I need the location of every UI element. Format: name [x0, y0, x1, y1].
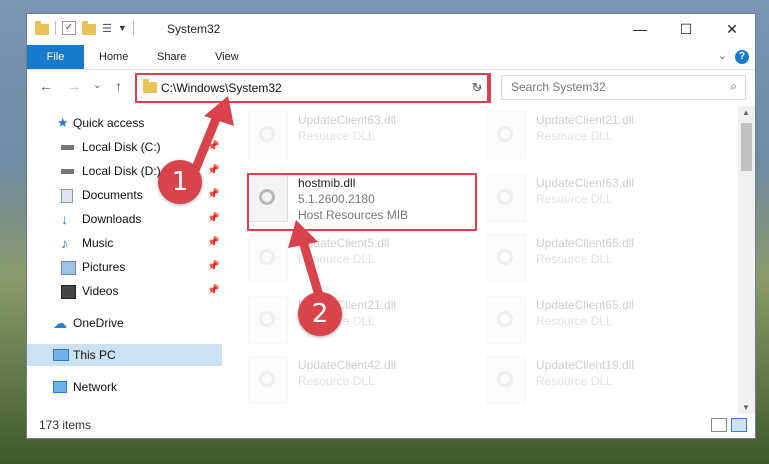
large-icons-view-icon[interactable]	[731, 418, 747, 432]
dll-file-icon	[486, 111, 526, 159]
sidebar-item-music[interactable]: ♪ Music 📌	[27, 232, 222, 254]
pin-icon[interactable]: 📌	[207, 136, 219, 158]
pictures-icon	[61, 261, 76, 275]
up-button[interactable]: ↑	[115, 78, 122, 94]
sidebar-item-network[interactable]: Network	[27, 376, 222, 398]
documents-icon	[61, 189, 73, 203]
sidebar-item-quick-access[interactable]: ★ Quick access	[27, 112, 222, 134]
new-folder-icon[interactable]	[82, 20, 96, 35]
scroll-down-icon[interactable]: ▼	[742, 403, 750, 412]
dll-file-icon	[486, 174, 526, 222]
computer-icon	[53, 349, 69, 361]
back-button[interactable]: ←	[39, 78, 53, 94]
sidebar-item-onedrive[interactable]: ☁ OneDrive	[27, 312, 222, 334]
sidebar-item-videos[interactable]: Videos 📌	[27, 280, 222, 302]
window-title: System32	[167, 22, 221, 36]
search-placeholder: Search System32	[511, 80, 606, 94]
quick-access-toolbar: ✓ ☰ ▼	[35, 20, 134, 35]
dll-file-icon	[248, 356, 288, 404]
toolbar-divider	[132, 21, 134, 35]
network-icon	[53, 381, 67, 393]
address-path[interactable]: C:\Windows\System32	[161, 81, 282, 95]
drive-icon	[61, 169, 74, 174]
address-bar[interactable]: C:\Windows\System32 ⌄	[135, 73, 491, 103]
dll-file-icon	[486, 234, 526, 282]
dll-file-icon	[486, 356, 526, 404]
download-icon: ↓	[61, 211, 68, 227]
pin-icon[interactable]: 📌	[207, 184, 219, 206]
status-bar: 173 items	[27, 414, 755, 438]
scroll-thumb[interactable]	[741, 123, 752, 171]
list-item[interactable]: UpdateClient21.dll Resource DLL	[248, 296, 478, 344]
list-item[interactable]: UpdateClient63.dll Resource DLL	[486, 174, 716, 222]
properties-icon[interactable]: ✓	[62, 21, 76, 35]
vertical-scrollbar[interactable]: ▲ ▼	[738, 106, 755, 414]
list-item[interactable]: UpdateClient5.dll Resource DLL	[248, 234, 478, 282]
refresh-button[interactable]: ↻	[467, 73, 489, 103]
scroll-up-icon[interactable]: ▲	[742, 108, 750, 117]
drive-icon	[61, 145, 74, 150]
ribbon-tabs: File Home Share View ⌄ ?	[27, 45, 755, 70]
step-2-badge: 2	[298, 292, 342, 336]
step-1-badge: 1	[158, 160, 202, 204]
search-input[interactable]: Search System32 ⌕	[501, 75, 746, 100]
tab-file[interactable]: File	[27, 45, 84, 69]
dll-file-icon	[248, 296, 288, 344]
ribbon-collapse-icon[interactable]: ⌄	[718, 49, 727, 62]
minimize-button[interactable]: —	[617, 14, 663, 45]
list-item[interactable]: UpdateClient21.dll Resource DLL	[486, 111, 716, 159]
navigation-bar: ← → ⌄ ↑ C:\Windows\System32 ⌄ ↻ Search S…	[27, 70, 755, 104]
sidebar-item-this-pc[interactable]: This PC	[27, 344, 222, 366]
pin-icon[interactable]: 📌	[207, 256, 219, 278]
pin-icon[interactable]: 📌	[207, 160, 219, 182]
list-item[interactable]: UpdateClient65.dll Resource DLL	[486, 234, 716, 282]
cloud-icon: ☁	[53, 315, 67, 331]
details-view-icon[interactable]	[711, 418, 727, 432]
explorer-window: ✓ ☰ ▼ System32 — ☐ ✕ File Home Share Vie…	[27, 14, 755, 438]
tab-share[interactable]: Share	[157, 45, 186, 69]
list-item[interactable]: UpdateClient63.dll Resource DLL	[248, 111, 478, 159]
close-button[interactable]: ✕	[709, 14, 755, 45]
videos-icon	[61, 285, 76, 299]
folder-icon[interactable]	[35, 20, 49, 35]
tab-view[interactable]: View	[215, 45, 239, 69]
list-item[interactable]: UpdateClient19.dll Resource DLL	[486, 356, 716, 404]
sidebar-item-downloads[interactable]: ↓ Downloads 📌	[27, 208, 222, 230]
pin-icon[interactable]: 📌	[207, 208, 219, 230]
forward-button[interactable]: →	[67, 78, 81, 94]
pin-icon[interactable]: 📌	[207, 232, 219, 254]
maximize-button[interactable]: ☐	[663, 14, 709, 45]
help-icon[interactable]: ?	[735, 50, 749, 64]
toolbar-divider	[55, 21, 56, 35]
tab-home[interactable]: Home	[99, 45, 128, 69]
star-icon: ★	[57, 115, 69, 130]
list-item[interactable]: UpdateClient65.dll Resource DLL	[486, 296, 716, 344]
customize-toolbar-icon[interactable]: ☰	[102, 22, 112, 35]
navigation-pane: ★ Quick access Local Disk (C:) 📌 Local D…	[27, 106, 222, 406]
title-bar: ✓ ☰ ▼ System32 — ☐ ✕	[27, 14, 755, 45]
item-count: 173 items	[39, 418, 92, 432]
music-icon: ♪	[61, 235, 68, 251]
sidebar-item-pictures[interactable]: Pictures 📌	[27, 256, 222, 278]
pin-icon[interactable]: 📌	[207, 280, 219, 302]
dll-file-icon	[248, 234, 288, 282]
recent-locations-button[interactable]: ⌄	[93, 80, 101, 91]
customize-dropdown-icon[interactable]: ▼	[118, 23, 127, 33]
dll-file-icon	[486, 296, 526, 344]
file-list: UpdateClient63.dll Resource DLL hostmib.…	[238, 106, 738, 406]
folder-icon	[143, 79, 157, 93]
list-item[interactable]: UpdateClient42.dll Resource DLL	[248, 356, 478, 404]
sidebar-item-local-disk-c[interactable]: Local Disk (C:) 📌	[27, 136, 222, 158]
search-icon[interactable]: ⌕	[730, 79, 737, 94]
dll-file-icon	[248, 111, 288, 159]
file-highlight-box	[247, 173, 477, 231]
